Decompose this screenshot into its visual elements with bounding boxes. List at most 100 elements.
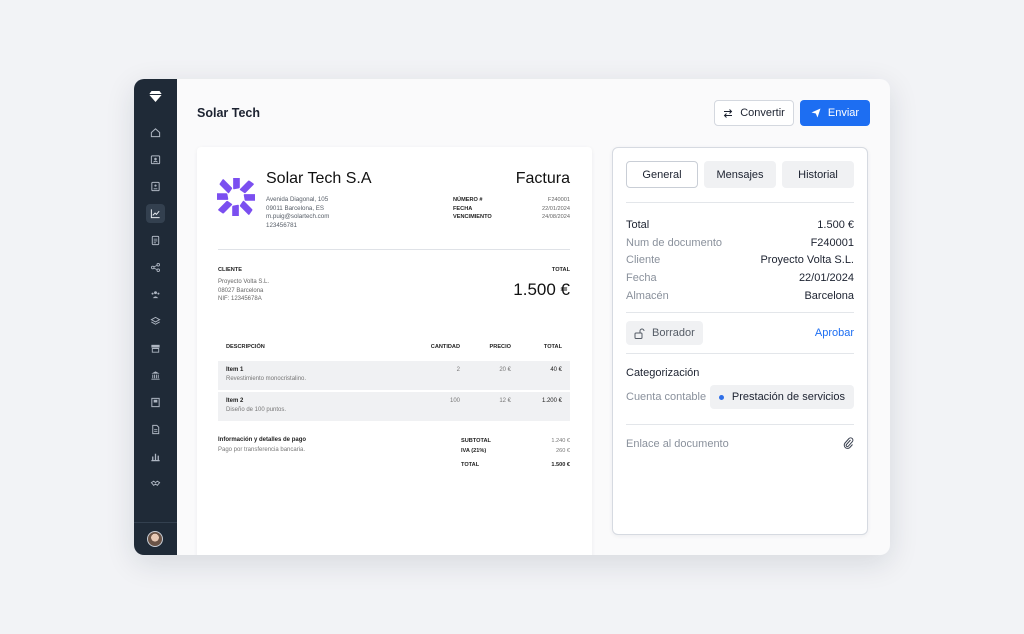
client-label: CLIENTE [218,267,242,273]
team-icon [151,291,160,299]
address-line: 09011 Barcelona, ES [266,204,325,212]
summary-value: 260 € [556,447,570,454]
convert-button[interactable]: Convertir [714,100,794,126]
send-button[interactable]: Enviar [800,100,870,126]
paperclip-icon[interactable] [843,437,854,449]
meta-value: F240001 [547,197,570,203]
account-value: Prestación de servicios [731,391,845,403]
tab-messages[interactable]: Mensajes [704,161,776,188]
sidebar-item-layers[interactable] [146,312,165,331]
detail-row-warehouse: Almacén Barcelona [626,287,854,305]
invoice-meta: NÚMERO # F240001 FECHA 22/01/2024 VENCIM… [453,196,570,222]
item-description-cell: Item 1 Revestimiento monocristalino. [226,367,306,382]
item-name: Item 2 [226,398,244,404]
sidebar-item-home[interactable] [146,123,165,142]
unlock-icon [634,328,645,339]
sidebar-divider [134,522,177,523]
summary-row-subtotal: SUBTOTAL 1.240 € [461,437,570,447]
meta-row-date: FECHA 22/01/2024 [453,205,570,214]
item-description: Revestimiento monocristalino. [226,376,307,382]
detail-row-date: Fecha 22/01/2024 [626,269,854,287]
client-line: Proyecto Volta S.L. [218,279,270,285]
detail-label: Almacén [626,289,669,302]
meta-value: 24/08/2024 [542,214,570,220]
column-header-description: DESCRIPCIÓN [226,344,265,350]
paper-plane-icon [811,108,821,118]
bank-icon [151,371,160,380]
item-name: Item 1 [226,367,244,373]
sidebar-item-contacts[interactable] [146,150,165,169]
status-badge[interactable]: Borrador [626,321,703,345]
sidebar-item-reports[interactable] [146,447,165,466]
send-label: Enviar [827,107,860,119]
sidebar-item-analytics[interactable] [146,204,165,223]
cash-register-icon [151,344,160,353]
detail-label: Num de documento [626,236,722,249]
item-quantity: 100 [449,398,460,404]
invoice-preview: Solar Tech S.A Avenida Diagonal, 105 090… [197,147,592,555]
page-title: Solar Tech [197,106,260,120]
status-label: Borrador [652,327,695,339]
share-nodes-icon [151,263,160,272]
sidebar-item-share[interactable] [146,258,165,277]
divider [626,424,854,425]
detail-value: 1.500 € [817,218,854,231]
payment-description: Pago por transferencia bancaria. [218,447,306,453]
meta-row-number: NÚMERO # F240001 [453,196,570,205]
meta-value: 22/01/2024 [542,205,570,212]
table-row: Item 2 Diseño de 100 puntos. 100 12 € 1.… [218,392,570,421]
app-logo[interactable] [134,79,177,113]
column-header-quantity: CANTIDAD [430,344,460,350]
sidebar-item-ledger[interactable] [146,393,165,412]
document-details: Total 1.500 € Num de documento F240001 C… [626,216,854,304]
user-avatar[interactable] [147,531,163,547]
summary-value: 1.500 € [551,462,570,468]
column-header-total: TOTAL [543,344,562,350]
id-card-icon [151,181,160,192]
item-total: 1.200 € [541,398,562,404]
meta-label: VENCIMIENTO [453,214,492,220]
bar-chart-icon [151,453,160,462]
sidebar [134,79,177,555]
summary-value: 1.240 € [551,438,570,444]
company-name: Solar Tech S.A [266,170,372,187]
item-price: 20 € [499,367,511,373]
item-price: 12 € [499,398,511,404]
company-logo-icon [217,178,255,216]
sidebar-item-files[interactable] [146,420,165,439]
meta-label: NÚMERO # [453,197,483,203]
tab-general[interactable]: General [626,161,698,188]
approve-link[interactable]: Aprobar [815,327,854,339]
account-select[interactable]: Prestación de servicios [709,385,854,409]
item-total: 40 € [550,367,562,373]
sidebar-item-sales[interactable] [146,339,165,358]
detail-row-total: Total 1.500 € [626,216,854,234]
sidebar-item-id-card[interactable] [146,177,165,196]
payment-title: Información y detalles de pago [218,437,307,443]
client-line: NIF: 12345678A [218,296,262,302]
home-icon [150,128,161,138]
summary-row-tax: IVA (21%) 260 € [461,447,570,457]
divider [626,312,854,313]
address-line: Avenida Diagonal, 105 [266,196,329,203]
contacts-icon [150,155,161,165]
company-address: Avenida Diagonal, 105 09011 Barcelona, E… [266,196,329,230]
detail-label: Total [626,218,650,231]
sidebar-item-team[interactable] [146,285,165,304]
detail-value: Barcelona [804,289,854,302]
convert-label: Convertir [740,107,785,119]
sidebar-item-documents[interactable] [146,231,165,250]
tab-history[interactable]: Historial [782,161,854,188]
sidebar-item-bank[interactable] [146,366,165,385]
categorization-title: Categorización [626,367,700,379]
detail-value: 22/01/2024 [798,271,854,284]
document-link-label: Enlace al documento [626,438,729,450]
item-description: Diseño de 100 puntos. [226,407,287,413]
detail-row-client: Cliente Proyecto Volta S.L. [626,251,854,269]
account-color-dot [718,394,724,400]
sidebar-item-deals[interactable] [146,474,165,493]
invoice-summary: SUBTOTAL 1.240 € IVA (21%) 260 € TOTAL 1… [461,437,570,471]
item-quantity: 2 [456,367,460,373]
detail-value: Proyecto Volta S.L. [760,254,854,267]
address-line: m.puig@solartech.com [266,213,330,220]
